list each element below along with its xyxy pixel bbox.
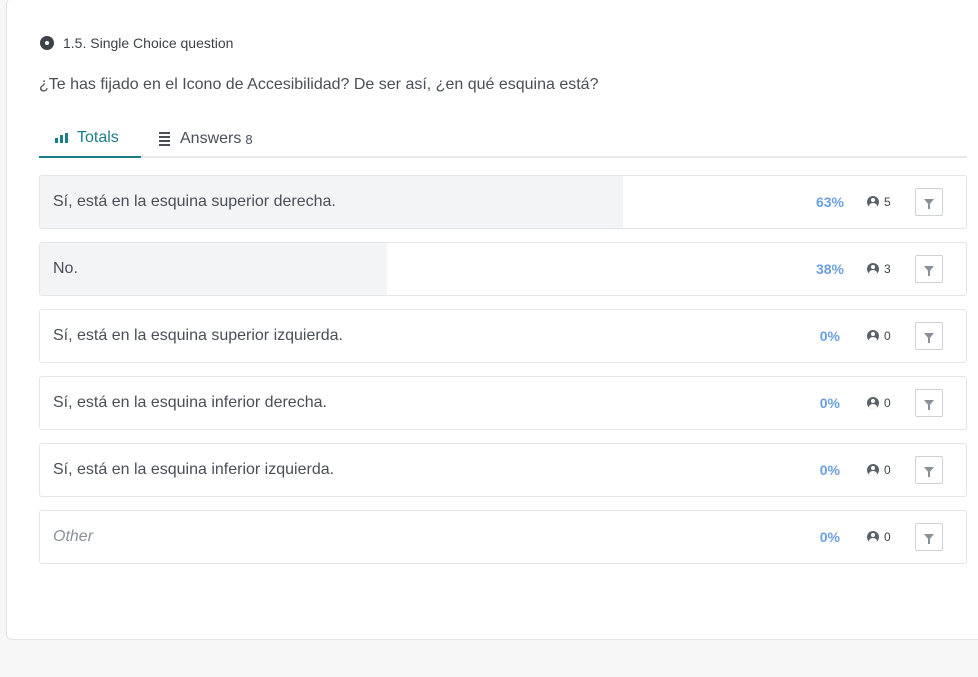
filter-icon <box>924 266 934 276</box>
tab-bar: Totals Answers 8 <box>39 119 967 158</box>
list-icon <box>159 131 170 146</box>
vote-count: 3 <box>884 262 891 276</box>
vote-count: 0 <box>884 463 891 477</box>
radio-icon <box>40 36 54 50</box>
option-percent: 38% <box>815 261 844 277</box>
user-icon <box>867 196 879 208</box>
filter-button[interactable] <box>915 322 943 350</box>
user-icon <box>867 531 879 543</box>
question-text: ¿Te has fijado en el Icono de Accesibili… <box>39 76 599 93</box>
option-row: Other 0% 0 <box>39 510 967 564</box>
option-label: Sí, está en la esquina superior izquierd… <box>53 327 343 344</box>
vote-count: 0 <box>884 396 891 410</box>
answers-count: 8 <box>245 132 253 147</box>
filter-button[interactable] <box>915 456 943 484</box>
filter-button[interactable] <box>915 523 943 551</box>
option-votes: 5 <box>867 176 891 228</box>
option-percent: 63% <box>815 194 844 210</box>
option-row: Sí, está en la esquina superior derecha.… <box>39 175 967 229</box>
option-label: Other <box>53 528 94 545</box>
filter-icon <box>924 534 934 544</box>
filter-button[interactable] <box>915 255 943 283</box>
tab-answers[interactable]: Answers 8 <box>157 119 253 158</box>
option-votes: 0 <box>867 511 891 563</box>
filter-button[interactable] <box>915 188 943 216</box>
user-icon <box>867 330 879 342</box>
option-votes: 0 <box>867 310 891 362</box>
bar-chart-icon <box>55 132 68 143</box>
option-votes: 0 <box>867 444 891 496</box>
filter-icon <box>924 199 934 209</box>
vote-count: 0 <box>884 530 891 544</box>
vote-count: 0 <box>884 329 891 343</box>
tab-totals-label: Totals <box>77 128 119 146</box>
option-label: No. <box>53 260 78 277</box>
option-percent: 0% <box>819 529 840 545</box>
option-fill-bar <box>40 243 388 295</box>
user-icon <box>867 397 879 409</box>
user-icon <box>867 263 879 275</box>
option-votes: 0 <box>867 377 891 429</box>
filter-icon <box>924 333 934 343</box>
filter-button[interactable] <box>915 389 943 417</box>
option-row: No. 38% 3 <box>39 242 967 296</box>
user-icon <box>867 464 879 476</box>
vote-count: 5 <box>884 195 891 209</box>
tab-totals[interactable]: Totals <box>39 119 141 158</box>
option-row: Sí, está en la esquina superior izquierd… <box>39 309 967 363</box>
tab-answers-label: Answers <box>180 129 242 147</box>
filter-icon <box>924 400 934 410</box>
option-percent: 0% <box>819 328 840 344</box>
option-percent: 0% <box>819 395 840 411</box>
option-label: Sí, está en la esquina inferior izquierd… <box>53 461 335 478</box>
question-type-label: 1.5. Single Choice question <box>63 35 234 51</box>
option-label: Sí, está en la esquina superior derecha. <box>53 193 336 210</box>
option-label: Sí, está en la esquina inferior derecha. <box>53 394 327 411</box>
filter-icon <box>924 467 934 477</box>
option-percent: 0% <box>819 462 840 478</box>
option-row: Sí, está en la esquina inferior izquierd… <box>39 443 967 497</box>
question-type: 1.5. Single Choice question <box>40 35 233 51</box>
option-votes: 3 <box>867 243 891 295</box>
option-row: Sí, está en la esquina inferior derecha.… <box>39 376 967 430</box>
